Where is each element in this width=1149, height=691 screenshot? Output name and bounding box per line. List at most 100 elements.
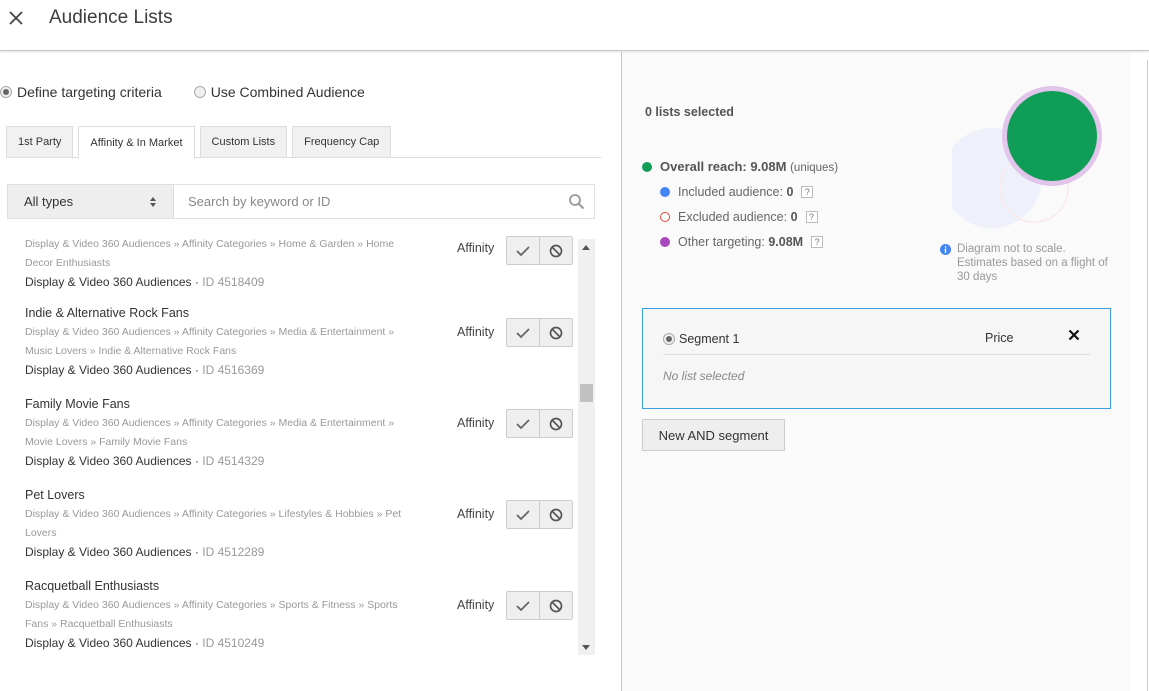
reach-venn-diagram [952,86,1102,228]
excluded-help-icon[interactable]: ? [805,210,818,223]
include-button[interactable] [507,319,539,346]
segment-radio[interactable] [663,332,675,345]
define-targeting-option[interactable]: Define targeting criteria [0,84,162,100]
exclude-button[interactable] [539,592,572,619]
new-and-segment-button[interactable]: New AND segment [642,419,785,451]
other-help-icon[interactable]: ? [811,235,824,248]
audience-list: Display & Video 360 Audiences » Affinity… [0,235,578,655]
other-label: Other targeting: [678,234,765,249]
item-source-name: Display & Video 360 Audiences [25,545,192,559]
separator: · [191,275,203,289]
filter-bar: All types [7,184,595,219]
list-item: Display & Video 360 Audiences » Affinity… [25,235,575,292]
item-source-name: Display & Video 360 Audiences [25,275,192,289]
sort-arrows-icon [150,196,156,207]
item-source: Display & Video 360 Audiences · ID 45163… [25,361,575,380]
reach-summary: Overall reach: 9.08M (uniques) Included … [642,154,838,254]
included-audience-row: Included audience: 0 ? [642,179,838,204]
overall-reach-dot-icon [642,161,652,172]
segment-empty-text: No list selected [663,369,745,383]
type-select[interactable]: All types [8,185,174,218]
overall-reach-circle [1007,91,1097,181]
item-type: Affinity [457,598,495,612]
tab-affinity-in-market[interactable]: Affinity & In Market [78,126,195,159]
define-targeting-radio[interactable] [0,86,12,98]
window-edge [1147,60,1148,691]
list-scrollbar[interactable] [578,239,595,655]
excluded-label: Excluded audience: [678,209,788,224]
item-name: Pet Lovers [25,488,85,502]
separator: · [191,636,203,650]
included-audience: Included audience: 0 [678,185,793,199]
separator: · [191,363,203,377]
list-item: Racquetball Enthusiasts Display & Video … [25,576,575,653]
included-help-icon[interactable]: ? [801,185,814,198]
overall-reach-row: Overall reach: 9.08M (uniques) [642,154,838,179]
scroll-down-arrow-icon[interactable] [582,645,590,650]
item-path: Display & Video 360 Audiences » Affinity… [25,508,402,539]
diagram-note-text: Diagram not to scale. Estimates based on… [957,243,1108,283]
excluded-audience: Excluded audience: 0 [678,210,798,224]
include-exclude-group [506,236,573,265]
item-source-name: Display & Video 360 Audiences [25,454,192,468]
block-icon [549,244,563,257]
close-icon[interactable] [7,9,25,27]
tab-1st-party[interactable]: 1st Party [6,126,74,158]
list-item: Family Movie Fans Display & Video 360 Au… [25,394,575,471]
type-select-value: All types [24,194,74,209]
excluded-audience-row: Excluded audience: 0 ? [642,204,838,229]
exclude-button[interactable] [539,237,572,264]
include-exclude-group [506,591,573,620]
block-icon [549,326,563,339]
tab-custom-lists[interactable]: Custom Lists [199,126,288,158]
top-bar: Audience Lists [0,0,1149,51]
include-button[interactable] [507,410,539,437]
tab-frequency-cap[interactable]: Frequency Cap [292,126,392,158]
segment-label: Segment 1 [679,331,740,346]
item-type: Affinity [457,241,495,255]
scroll-thumb[interactable] [580,384,593,402]
include-button[interactable] [507,237,539,264]
include-button[interactable] [507,501,539,528]
block-icon [549,417,563,430]
audience-picker-panel: Define targeting criteria Use Combined A… [0,52,621,691]
exclude-button[interactable] [539,410,572,437]
excluded-value: 0 [790,209,798,224]
item-source-name: Display & Video 360 Audiences [25,636,192,650]
info-icon [940,244,951,255]
separator: · [191,545,203,559]
item-id: ID 4510249 [202,636,265,650]
item-id: ID 4518409 [202,275,265,289]
included-value: 0 [786,184,794,199]
check-icon [516,245,530,256]
item-path: Display & Video 360 Audiences » Affinity… [25,417,395,448]
include-exclude-group [506,500,573,529]
item-id: ID 4514329 [202,454,265,468]
check-icon [516,600,530,611]
exclude-button[interactable] [539,501,572,528]
check-icon [516,327,530,338]
include-exclude-group [506,409,573,438]
segment-card: Segment 1 Price No list selected [642,308,1111,409]
combined-audience-option[interactable]: Use Combined Audience [193,84,365,100]
search-box [174,185,594,218]
check-icon [516,418,530,429]
audience-tabs: 1st Party Affinity & In Market Custom Li… [6,126,601,159]
other-targeting-row: Other targeting: 9.08M ? [642,229,838,254]
search-icon[interactable] [568,193,585,210]
item-name: Family Movie Fans [25,397,130,411]
item-type: Affinity [457,325,495,339]
scroll-up-arrow-icon[interactable] [582,245,590,250]
search-input[interactable] [174,185,594,218]
excluded-dot-icon [660,211,670,222]
combined-audience-radio[interactable] [193,86,206,98]
include-button[interactable] [507,592,539,619]
check-icon [516,509,530,520]
item-name: Racquetball Enthusiasts [25,579,160,593]
remove-segment-icon[interactable] [1068,329,1080,341]
item-source: Display & Video 360 Audiences · ID 45102… [25,634,575,653]
exclude-button[interactable] [539,319,572,346]
item-path: Display & Video 360 Audiences » Affinity… [25,326,395,357]
item-path: Display & Video 360 Audiences » Affinity… [25,599,398,630]
separator: · [191,454,203,468]
